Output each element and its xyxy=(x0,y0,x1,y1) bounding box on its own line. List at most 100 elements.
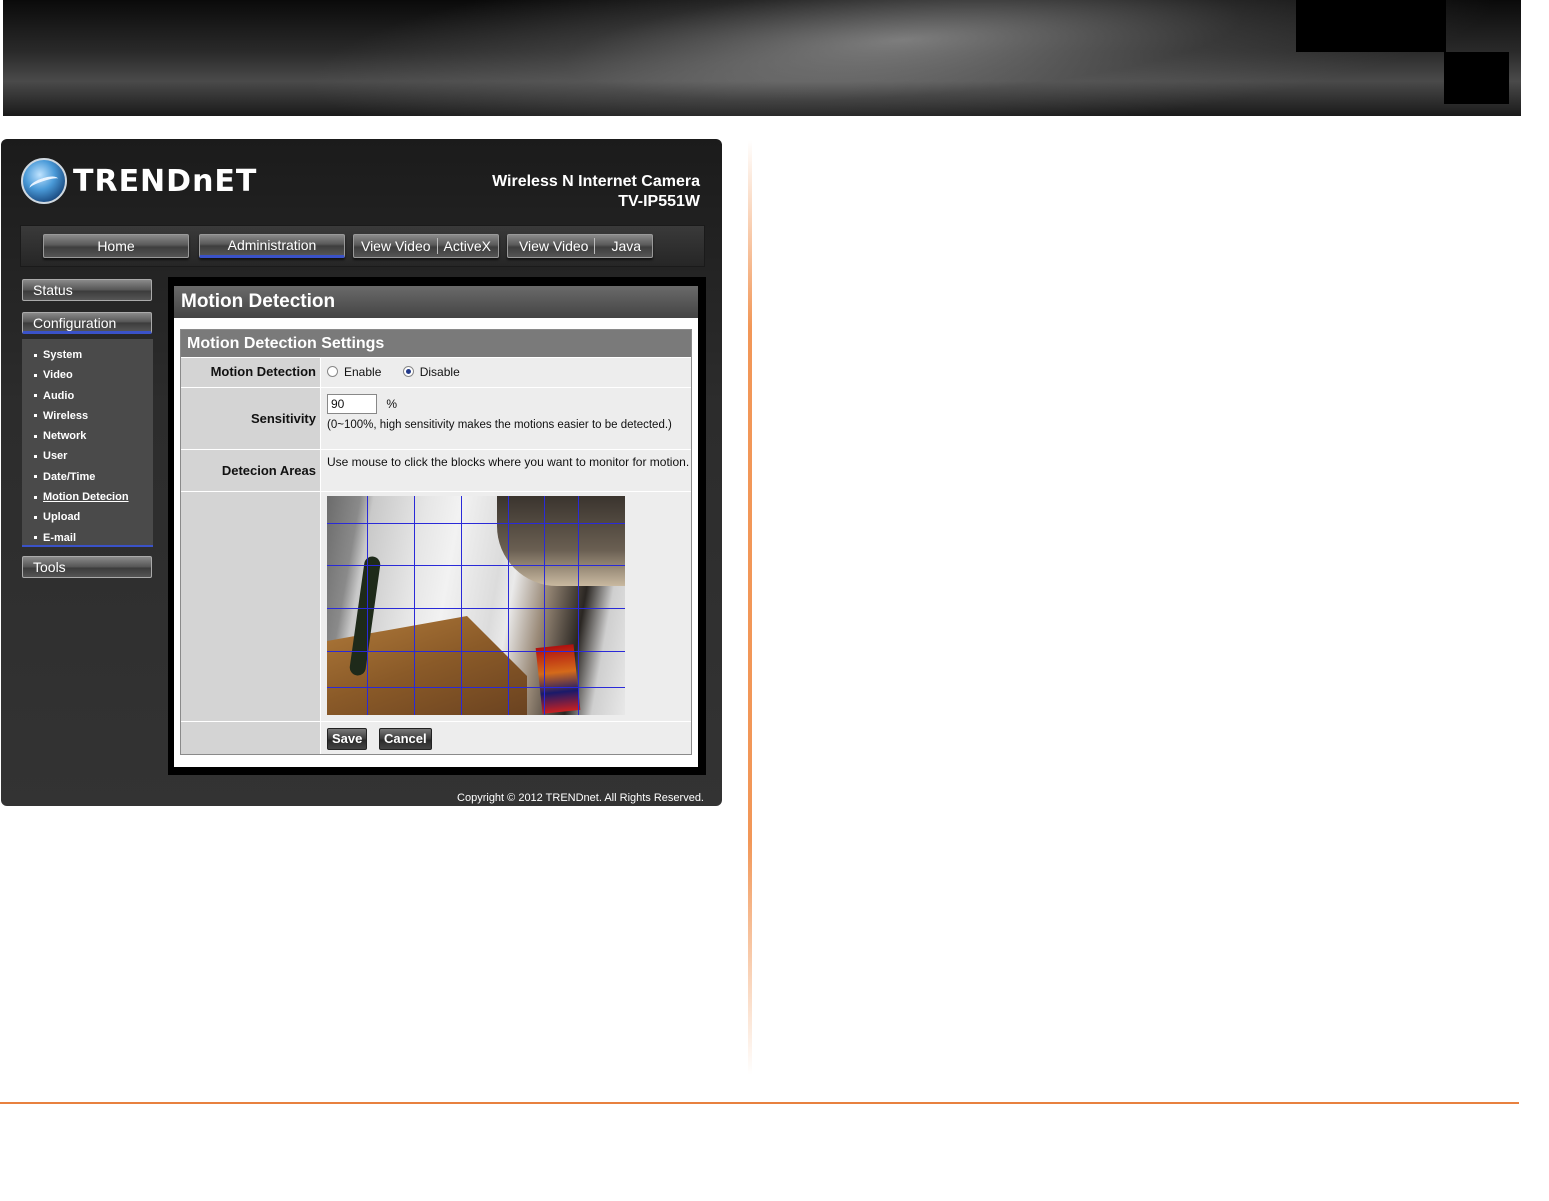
detection-areas-row: Detecion Areas Use mouse to click the bl… xyxy=(181,449,691,491)
submenu-item-datetime[interactable]: Date/Time xyxy=(34,467,153,487)
enable-radio[interactable] xyxy=(327,366,338,377)
bullet-icon xyxy=(34,394,37,398)
sidebar-status[interactable]: Status xyxy=(22,279,152,301)
horizontal-rule xyxy=(0,1102,1519,1104)
submenu-item-label: Wireless xyxy=(43,409,89,422)
submenu-item-email[interactable]: E-mail xyxy=(34,528,153,548)
nav-view-video-java-button[interactable]: View Video Java xyxy=(507,234,653,258)
grid-line xyxy=(544,496,545,715)
grid-line xyxy=(414,496,415,715)
preview-balcony xyxy=(497,496,625,586)
enable-label: Enable xyxy=(344,365,382,379)
copyright: Copyright © 2012 TRENDnet. All Rights Re… xyxy=(457,792,704,804)
nav-separator xyxy=(436,238,438,254)
save-button[interactable]: Save xyxy=(327,728,368,750)
main-panel: Motion Detection Motion Detection Settin… xyxy=(168,277,706,775)
nav-view-video-activex-button[interactable]: View Video ActiveX xyxy=(353,234,499,258)
nav-view-video-label: View Video xyxy=(518,238,589,254)
camera-web-ui: TRENDnET Wireless N Internet Camera TV-I… xyxy=(1,139,722,806)
sensitivity-label: Sensitivity xyxy=(181,388,320,449)
nav-separator xyxy=(594,238,596,254)
submenu-item-label: Video xyxy=(43,369,73,382)
actions-cell: Save Cancel xyxy=(321,722,691,754)
actions-label-cell xyxy=(181,722,320,754)
submenu-item-label: Motion Detecion xyxy=(43,491,129,504)
submenu-item-video[interactable]: Video xyxy=(34,365,153,385)
logo-text: TRENDnET xyxy=(73,163,258,199)
submenu-item-label: E-mail xyxy=(43,531,77,544)
nav-java-label: Java xyxy=(611,238,642,254)
disable-label: Disable xyxy=(419,365,460,379)
bullet-icon xyxy=(34,353,37,357)
nav-view-video-label: View Video xyxy=(360,238,431,254)
camera-preview-grid[interactable] xyxy=(327,496,625,715)
submenu-item-label: Upload xyxy=(43,511,81,524)
bullet-icon xyxy=(34,455,37,459)
submenu-item-audio[interactable]: Audio xyxy=(34,386,153,406)
submenu-item-user[interactable]: User xyxy=(34,446,153,466)
submenu-item-system[interactable]: System xyxy=(34,345,153,365)
top-nav: Home Administration View Video ActiveX Vi… xyxy=(20,225,705,267)
bullet-icon xyxy=(34,414,37,418)
sidebar-configuration[interactable]: Configuration xyxy=(22,312,152,334)
detection-grid-label-cell xyxy=(181,492,320,721)
motion-detection-row: Motion Detection Enable Disable xyxy=(181,357,691,387)
sensitivity-row: Sensitivity 90 % (0~100%, high sensitivi… xyxy=(181,387,691,449)
motion-settings-table: Motion Detection Settings Motion Detecti… xyxy=(180,329,692,755)
submenu-item-motion-detection[interactable]: Motion Detecion xyxy=(34,487,153,507)
bullet-icon xyxy=(34,515,37,519)
main-content: Motion Detection Motion Detection Settin… xyxy=(174,286,698,767)
sidebar-tools[interactable]: Tools xyxy=(22,556,152,578)
product-line: Wireless N Internet Camera xyxy=(492,173,700,190)
detection-grid-cell xyxy=(321,492,691,721)
grid-line xyxy=(327,651,625,652)
product-model: TV-IP551W xyxy=(618,193,700,210)
grid-line xyxy=(327,523,625,524)
grid-line xyxy=(327,687,625,688)
trendnet-logo: TRENDnET xyxy=(21,157,257,205)
product-title: Wireless N Internet Camera TV-IP551W xyxy=(492,173,700,211)
bullet-icon xyxy=(34,536,37,540)
vertical-divider xyxy=(748,140,752,1075)
detection-areas-label: Detecion Areas xyxy=(181,450,320,491)
bullet-icon xyxy=(34,475,37,479)
nav-administration-label: Administration xyxy=(227,237,317,253)
cancel-button[interactable]: Cancel xyxy=(379,728,432,750)
grid-line xyxy=(508,496,509,715)
actions-row: Save Cancel xyxy=(181,721,691,754)
submenu-item-label: Date/Time xyxy=(43,470,96,483)
configuration-submenu: System Video Audio Wireless Network User… xyxy=(22,339,153,547)
grid-line xyxy=(461,496,462,715)
nav-home-label: Home xyxy=(97,238,135,254)
bullet-icon xyxy=(34,373,37,377)
nav-administration-button[interactable]: Administration xyxy=(199,234,345,258)
nav-home-button[interactable]: Home xyxy=(43,234,189,258)
submenu-item-label: User xyxy=(43,450,68,463)
sidebar-tools-label: Tools xyxy=(33,559,66,575)
submenu-item-label: System xyxy=(43,349,83,361)
page-title: Motion Detection xyxy=(174,286,698,318)
grid-line xyxy=(327,608,625,609)
sidebar-configuration-label: Configuration xyxy=(33,315,117,331)
sensitivity-input[interactable]: 90 xyxy=(327,394,377,414)
bullet-icon xyxy=(34,434,37,438)
settings-title: Motion Detection Settings xyxy=(181,330,691,357)
detection-grid-row xyxy=(181,491,691,721)
banner-block xyxy=(1444,52,1509,104)
banner-block xyxy=(1296,0,1446,52)
sensitivity-help: (0~100%, high sensitivity makes the moti… xyxy=(327,419,672,431)
grid-line xyxy=(367,496,368,715)
grid-line xyxy=(327,565,625,566)
nav-activex-label: ActiveX xyxy=(443,238,491,254)
bullet-icon xyxy=(34,495,37,499)
sidebar-status-label: Status xyxy=(33,282,73,298)
submenu-item-wireless[interactable]: Wireless xyxy=(34,406,153,426)
grid-line xyxy=(578,496,579,715)
top-banner xyxy=(3,0,1521,116)
detection-areas-help: Use mouse to click the blocks where you … xyxy=(321,450,691,491)
submenu-item-label: Audio xyxy=(43,389,75,402)
preview-poster xyxy=(535,644,581,714)
submenu-item-upload[interactable]: Upload xyxy=(34,507,153,527)
disable-radio[interactable] xyxy=(402,366,414,377)
submenu-item-network[interactable]: Network xyxy=(34,426,153,446)
